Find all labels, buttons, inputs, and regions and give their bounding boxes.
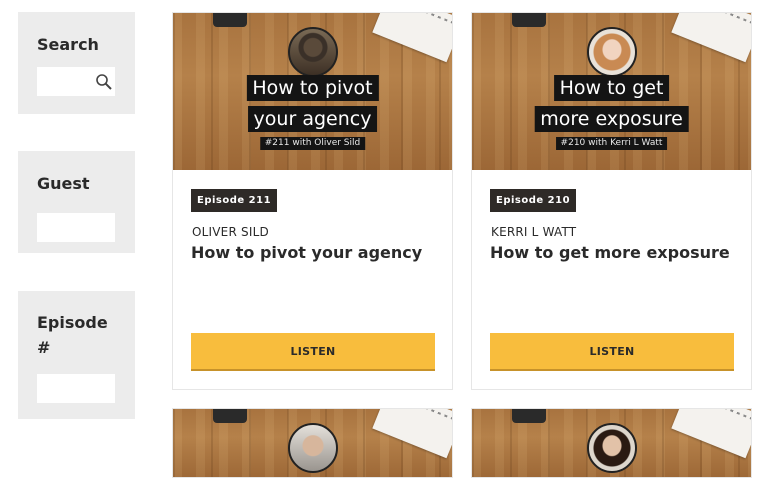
- thumbnail-subtitle: #210 with Kerri L Watt: [555, 137, 668, 150]
- search-input[interactable]: [37, 67, 101, 96]
- search-field-wrapper: [37, 67, 115, 96]
- episode-badge: Episode 210: [490, 189, 577, 212]
- thumbnail-subtitle: #211 with Oliver Sild: [259, 137, 366, 150]
- episode-title[interactable]: How to get more exposure: [490, 243, 730, 262]
- thumbnail-title-line-2: more exposure: [534, 106, 689, 132]
- guest-avatar: [586, 27, 637, 77]
- episode-card: How to pivot your agency #211 with Olive…: [172, 12, 453, 390]
- episode-title[interactable]: How to pivot your agency: [191, 243, 422, 262]
- thumbnail-title-line-2: your agency: [247, 106, 378, 132]
- guest-avatar: [287, 423, 338, 473]
- notebook-decoration: [372, 409, 452, 459]
- notebook-decoration: [671, 409, 751, 459]
- notebook-decoration: [671, 13, 751, 63]
- listen-button[interactable]: LISTEN: [490, 333, 734, 371]
- episode-badge: Episode 211: [191, 189, 278, 212]
- guest-input[interactable]: [37, 213, 101, 242]
- episode-widget: Episode #: [18, 291, 135, 419]
- guest-avatar: [287, 27, 338, 77]
- episode-heading: Episode #: [37, 313, 108, 357]
- notebook-decoration: [372, 13, 452, 63]
- tablet-decoration: [213, 13, 247, 27]
- search-widget: Search: [18, 12, 135, 114]
- search-heading: Search: [37, 35, 99, 54]
- guest-name: OLIVER SILD: [192, 225, 269, 239]
- episode-card: How to get more exposure #210 with Kerri…: [471, 12, 752, 390]
- listen-button[interactable]: LISTEN: [191, 333, 435, 371]
- episode-input[interactable]: [37, 374, 101, 403]
- tablet-decoration: [512, 13, 546, 27]
- guest-avatar: [586, 423, 637, 473]
- episode-card: [471, 408, 752, 478]
- episode-thumbnail[interactable]: How to pivot your agency #211 with Olive…: [173, 13, 452, 170]
- guest-field-wrapper: [37, 213, 115, 242]
- episode-field-wrapper: [37, 374, 115, 403]
- episode-thumbnail[interactable]: [173, 409, 452, 477]
- thumbnail-title-line-1: How to get: [553, 75, 670, 101]
- episode-card: [172, 408, 453, 478]
- search-icon[interactable]: [95, 73, 113, 91]
- thumbnail-title-line-1: How to pivot: [246, 75, 379, 101]
- tablet-decoration: [512, 409, 546, 423]
- guest-widget: Guest: [18, 151, 135, 253]
- guest-name: KERRI L WATT: [491, 225, 577, 239]
- tablet-decoration: [213, 409, 247, 423]
- guest-heading: Guest: [37, 174, 90, 193]
- episode-thumbnail[interactable]: How to get more exposure #210 with Kerri…: [472, 13, 751, 170]
- episode-thumbnail[interactable]: [472, 409, 751, 477]
